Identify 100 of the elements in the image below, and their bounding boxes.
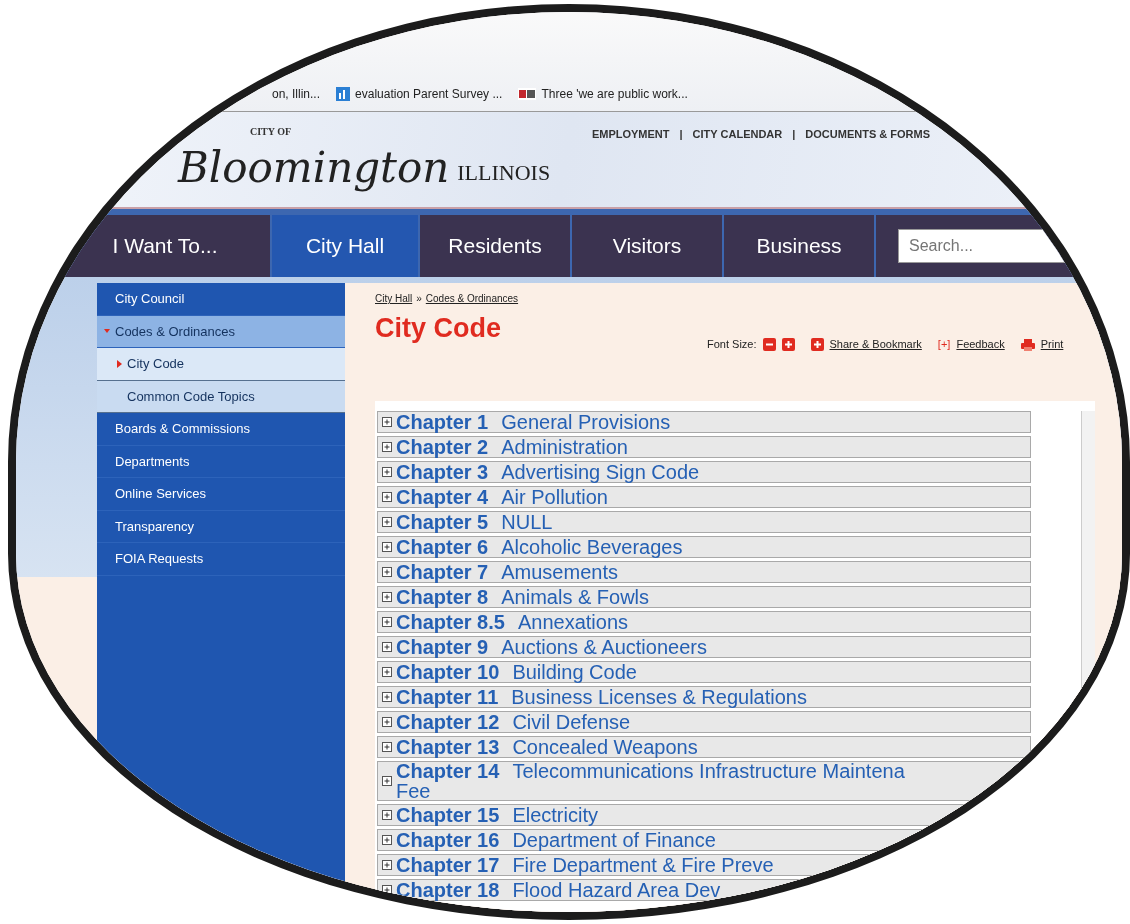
expand-icon	[382, 491, 392, 502]
chapter-row[interactable]: Chapter 1 General Provisions	[377, 410, 1032, 433]
chapter-title: Auctions & Auctioneers	[501, 635, 707, 658]
chapter-row[interactable]: Chapter 5 NULL	[377, 510, 1032, 533]
chapter-title: General Provisions	[501, 410, 671, 433]
expand-icon	[382, 616, 392, 627]
chapter-title: Department of Finance	[512, 828, 716, 851]
chapter-row[interactable]: Chapter 8 Animals & Fowls	[377, 585, 1032, 608]
breadcrumb-separator: »	[416, 292, 422, 306]
chapter-title: Flood Hazard Area Dev	[512, 878, 721, 901]
chapter-row[interactable]: Chapter 4 Air Pollution	[377, 485, 1032, 508]
chapter-number: Chapter 14	[396, 759, 500, 782]
breadcrumb-link[interactable]: Codes & Ordinances	[425, 291, 519, 306]
expand-icon	[382, 566, 392, 577]
chapter-number: Chapter 1	[396, 410, 489, 433]
expand-icon	[382, 716, 392, 727]
chapter-number: Chapter 11	[396, 685, 499, 708]
expand-icon	[382, 809, 392, 820]
chapter-title: Business Licenses & Regulations	[511, 685, 807, 708]
header-link[interactable]: CITY CALENDAR	[692, 126, 783, 207]
chapter-row[interactable]: Chapter 8.5 Annexations	[377, 610, 1032, 633]
chapter-row[interactable]: Chapter 7 Amusements	[377, 560, 1032, 583]
print-link[interactable]: Print	[1040, 336, 1064, 353]
chapter-number: Chapter 12	[396, 710, 500, 733]
expand-icon	[382, 884, 392, 895]
share-link[interactable]: Share & Bookmark	[829, 336, 922, 353]
chapter-number: Chapter 7	[396, 560, 489, 583]
bookmark-link[interactable]: Three 'we are public work...	[541, 85, 688, 103]
expand-icon	[382, 666, 392, 677]
chapter-number: Chapter 5	[396, 510, 489, 533]
expand-icon	[382, 516, 392, 527]
chapter-row[interactable]: Chapter 9 Auctions & Auctioneers	[377, 635, 1032, 658]
separator: |	[792, 127, 796, 142]
plus-icon[interactable]	[781, 338, 795, 352]
chapter-title: Air Pollution	[501, 485, 608, 508]
chapter-title: Telecommunications Infrastructure Maintena	[512, 759, 905, 782]
bookmark-link[interactable]: on, Illin...	[272, 85, 321, 103]
chapter-number: Chapter 13	[396, 735, 500, 758]
plus-icon[interactable]	[810, 338, 824, 352]
chapter-title: Building Code	[512, 660, 637, 683]
chapter-number: Chapter 9	[396, 635, 489, 658]
expand-icon	[382, 441, 392, 452]
chapter-row[interactable]: Chapter 6 Alcoholic Beverages	[377, 535, 1032, 558]
separator: |	[679, 127, 683, 142]
chapter-number: Chapter 8	[396, 585, 489, 608]
selected-arrow-icon	[115, 359, 123, 368]
chapter-title: Animals & Fowls	[501, 585, 650, 608]
chapter-row[interactable]: Chapter 13 Concealed Weapons	[377, 735, 1032, 758]
chapter-title: Amusements	[501, 560, 618, 583]
sidebar-subitem[interactable]: Common Code Topics	[97, 380, 345, 413]
chapter-title: Fire Department & Fire Preve	[512, 853, 774, 876]
chapter-number: Chapter 18	[396, 878, 500, 901]
chapter-title: Administration	[501, 435, 628, 458]
chapter-row[interactable]: Chapter 10 Building Code	[377, 660, 1032, 683]
sidebar-label: City Code	[127, 355, 185, 373]
chapter-number: Chapter 17	[396, 853, 500, 876]
chapter-number: Chapter 8.5	[396, 610, 505, 633]
chapter-title: Electricity	[512, 803, 598, 826]
chapter-number: Chapter 4	[396, 485, 489, 508]
expand-icon	[382, 741, 392, 752]
chapter-number: Chapter 2	[396, 435, 489, 458]
expand-icon	[382, 691, 392, 702]
nav-tab[interactable]: City Hall	[272, 215, 418, 277]
feedback-link[interactable]: Feedback	[956, 336, 1005, 353]
breadcrumb-link[interactable]: City Hall	[375, 291, 413, 306]
sidebar-subitem[interactable]: City Code	[97, 348, 345, 381]
nav-tab[interactable]: Residents	[420, 215, 570, 277]
chapter-row[interactable]: Chapter 11 Business Licenses & Regulations	[377, 685, 1032, 708]
chart-icon	[336, 87, 351, 101]
chapter-title: Annexations	[517, 610, 628, 633]
chapter-row[interactable]: Chapter 2 Administration	[377, 435, 1032, 458]
header-link[interactable]: EMPLOYMENT	[591, 126, 670, 207]
chapter-number: Chapter 16	[396, 828, 500, 851]
expand-icon	[382, 591, 392, 602]
chapter-title: Concealed Weapons	[512, 735, 698, 758]
expand-icon	[382, 416, 392, 427]
chapter-number: Chapter 6	[396, 535, 489, 558]
chapter-number: Chapter 15	[396, 803, 500, 826]
page-title: City Code	[375, 312, 501, 345]
expand-icon	[382, 859, 392, 870]
chapter-title: Civil Defense	[512, 710, 631, 733]
chapter-title: Alcoholic Beverages	[501, 535, 683, 558]
printer-icon[interactable]	[1020, 338, 1035, 351]
logo-subtitle: CITY OF	[250, 125, 292, 139]
minus-icon[interactable]	[762, 338, 776, 352]
expand-icon	[382, 466, 392, 477]
logo-state: ILLINOIS	[457, 159, 551, 187]
sidebar-item[interactable]: Codes & Ordinances	[97, 315, 345, 348]
chapter-title: Fee	[396, 780, 431, 801]
chapter-row[interactable]: Chapter 12 Civil Defense	[377, 710, 1032, 733]
nav-tab[interactable]: Visitors	[572, 215, 722, 277]
nav-tab[interactable]: Business	[724, 215, 874, 277]
expand-icon	[382, 834, 392, 845]
feedback-mark: [+]	[937, 337, 951, 353]
chapter-title: Advertising Sign Code	[501, 460, 700, 483]
sidebar-label: Codes & Ordinances	[115, 322, 235, 341]
bookmark-link[interactable]: evaluation Parent Survey ...	[355, 85, 503, 103]
chapter-number: Chapter 10	[396, 660, 500, 683]
header-link[interactable]: DOCUMENTS & FORMS	[805, 126, 930, 207]
chapter-row[interactable]: Chapter 3 Advertising Sign Code	[377, 460, 1032, 483]
